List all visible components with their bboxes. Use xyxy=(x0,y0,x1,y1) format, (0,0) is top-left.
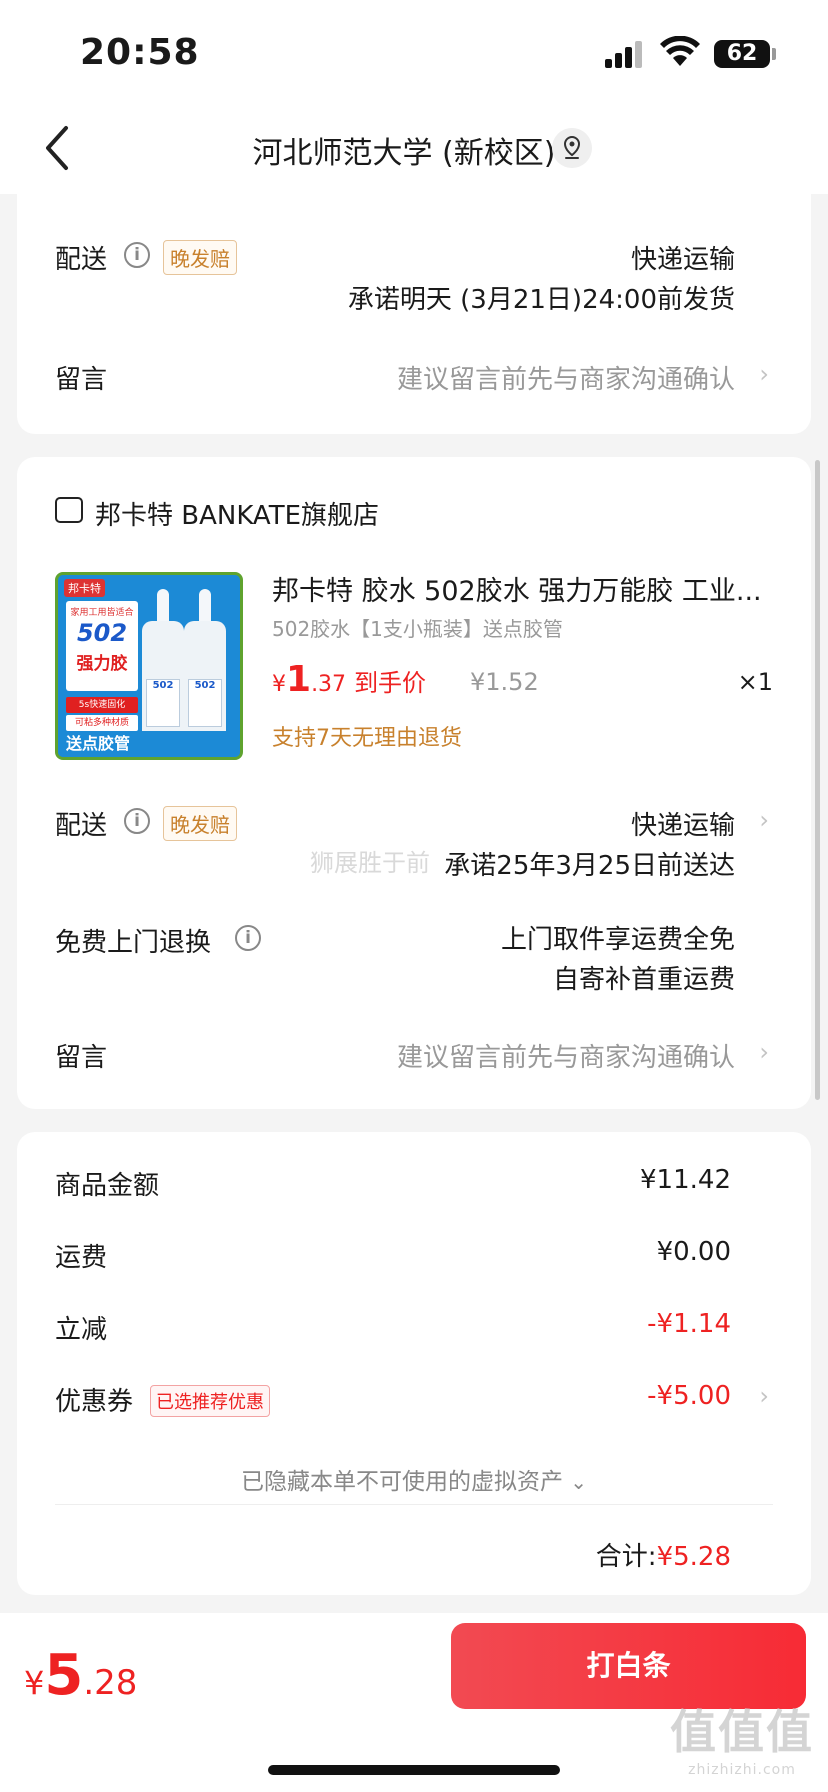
battery-icon: 62 xyxy=(714,40,770,68)
nav-title-wrap: 河北师范大学 (新校区) xyxy=(0,128,828,172)
info-icon[interactable]: i xyxy=(124,242,150,268)
product-image-brand: 邦卡特 xyxy=(64,579,105,597)
product-price: ¥1.37 到手价 xyxy=(272,659,426,700)
delivery-label: 配送 xyxy=(55,245,108,275)
chevron-right-icon[interactable]: › xyxy=(759,1382,769,1410)
corner-watermark: 值值值 zhizhizhi.com xyxy=(670,1696,814,1778)
note-label: 留言 xyxy=(55,1043,108,1073)
order-card-previous: 配送 i 晚发赔 快递运输 承诺明天 (3月21日)24:00前发货 留言 建议… xyxy=(17,194,811,434)
goods-amount-value: ¥11.42 xyxy=(640,1165,731,1195)
note-hint[interactable]: 建议留言前先与商家沟通确认 xyxy=(397,359,735,396)
total-label: 合计: xyxy=(595,1542,657,1572)
return-policy-note: 支持7天无理由退货 xyxy=(272,726,462,751)
coupon-tag: 已选推荐优惠 xyxy=(150,1385,270,1417)
bottom-price-integer: 5 xyxy=(44,1643,84,1708)
discount-label: 立减 xyxy=(55,1315,108,1345)
late-delivery-tag: 晚发赔 xyxy=(163,806,237,841)
battery-cap xyxy=(772,48,776,60)
delivery-label: 配送 xyxy=(55,811,108,841)
status-bar: 20:58 62 xyxy=(0,0,828,100)
shipping-value: ¥0.00 xyxy=(656,1237,731,1267)
price-integer: 1 xyxy=(286,659,312,700)
goods-amount-label: 商品金额 xyxy=(55,1171,160,1201)
corner-watermark-logo: 值值值 xyxy=(670,1705,814,1759)
shipping-label: 运费 xyxy=(55,1243,108,1273)
store-order-card: 邦卡特 BANKATE旗舰店 邦卡特 家用工用皆适合 502 强力胶 5s快速固… xyxy=(17,457,811,1109)
product-image-line1: 5s快速固化 xyxy=(66,697,138,713)
price-label: 到手价 xyxy=(354,669,427,697)
bottle: 502 xyxy=(142,621,184,739)
free-return-line2: 自寄补首重运费 xyxy=(552,965,735,995)
chevron-down-icon: ⌄ xyxy=(570,1470,588,1494)
product-image-code: 502 xyxy=(76,619,128,647)
location-pin-icon[interactable] xyxy=(552,128,592,168)
price-decimal: .37 xyxy=(311,672,347,697)
page-title[interactable]: 河北师范大学 (新校区) xyxy=(253,128,556,172)
home-indicator[interactable] xyxy=(268,1765,560,1775)
free-return-label: 免费上门退换 xyxy=(55,928,212,958)
chevron-right-icon[interactable]: › xyxy=(759,1038,769,1066)
product-image-box-sub: 家用工用皆适合 xyxy=(70,608,134,618)
total-value: ¥5.28 xyxy=(656,1542,731,1572)
delivery-method: 快递运输 xyxy=(630,245,735,275)
product-sku[interactable]: 502胶水【1支小瓶装】送点胶管 xyxy=(272,613,563,642)
product-image-line2: 可粘多种材质 xyxy=(66,715,138,731)
quantity: ×1 xyxy=(737,668,773,696)
delivery-promise: 承诺明天 (3月21日)24:00前发货 xyxy=(347,285,735,315)
wifi-icon xyxy=(660,36,700,66)
price-summary-card: 商品金额 ¥11.42 运费 ¥0.00 立减 -¥1.14 优惠券 已选推荐优… xyxy=(17,1132,811,1595)
scrollbar[interactable] xyxy=(815,460,820,1100)
nav-bar: 河北师范大学 (新校区) xyxy=(0,100,828,194)
product-title[interactable]: 邦卡特 胶水 502胶水 强力万能胶 工业... xyxy=(272,569,782,608)
divider xyxy=(55,1504,773,1505)
bottle-tip xyxy=(157,589,169,625)
total-row: 合计:¥5.28 xyxy=(596,1536,731,1573)
bottle-tip xyxy=(199,589,211,625)
hidden-assets-text: 已隐藏本单不可使用的虚拟资产 xyxy=(240,1469,563,1495)
status-time: 20:58 xyxy=(80,32,200,73)
bottle-label: 502 xyxy=(188,679,222,727)
free-return-line1: 上门取件享运费全免 xyxy=(500,925,735,955)
bottle-label: 502 xyxy=(146,679,180,727)
watermark-text: 狮展胜于前 xyxy=(310,849,430,877)
store-icon xyxy=(55,497,83,523)
original-price: ¥1.52 xyxy=(470,668,539,696)
note-hint[interactable]: 建议留言前先与商家沟通确认 xyxy=(397,1037,735,1074)
discount-value: -¥1.14 xyxy=(647,1309,731,1339)
coupon-label: 优惠券 xyxy=(55,1387,134,1417)
bottom-price-currency: ¥ xyxy=(24,1664,45,1702)
corner-watermark-url: zhizhizhi.com xyxy=(688,1762,796,1778)
info-icon[interactable]: i xyxy=(124,808,150,834)
info-icon[interactable]: i xyxy=(235,925,261,951)
bottle: 502 xyxy=(184,621,226,739)
bottom-total-price: ¥5.28 xyxy=(24,1643,137,1708)
store-name[interactable]: 邦卡特 BANKATE旗舰店 xyxy=(95,495,379,532)
product-image-big-text: 强力胶 xyxy=(76,654,128,674)
delivery-promise: 承诺25年3月25日前送达 xyxy=(444,851,735,881)
chevron-right-icon[interactable]: › xyxy=(759,806,769,834)
delivery-method[interactable]: 快递运输 xyxy=(631,805,735,842)
product-image-box: 家用工用皆适合 502 强力胶 xyxy=(66,601,138,691)
note-label: 留言 xyxy=(55,365,108,395)
signal-icon xyxy=(605,40,645,68)
late-delivery-tag: 晚发赔 xyxy=(163,240,237,275)
product-image-footer: 送点胶管 xyxy=(58,731,240,757)
coupon-value[interactable]: -¥5.00 xyxy=(647,1381,731,1411)
bottom-price-decimal: .28 xyxy=(83,1663,138,1703)
product-image[interactable]: 邦卡特 家用工用皆适合 502 强力胶 5s快速固化 可粘多种材质 502 50… xyxy=(55,572,243,760)
price-currency: ¥ xyxy=(272,672,286,697)
hidden-assets-toggle[interactable]: 已隐藏本单不可使用的虚拟资产 ⌄ xyxy=(17,1462,811,1496)
chevron-right-icon[interactable]: › xyxy=(759,360,769,388)
